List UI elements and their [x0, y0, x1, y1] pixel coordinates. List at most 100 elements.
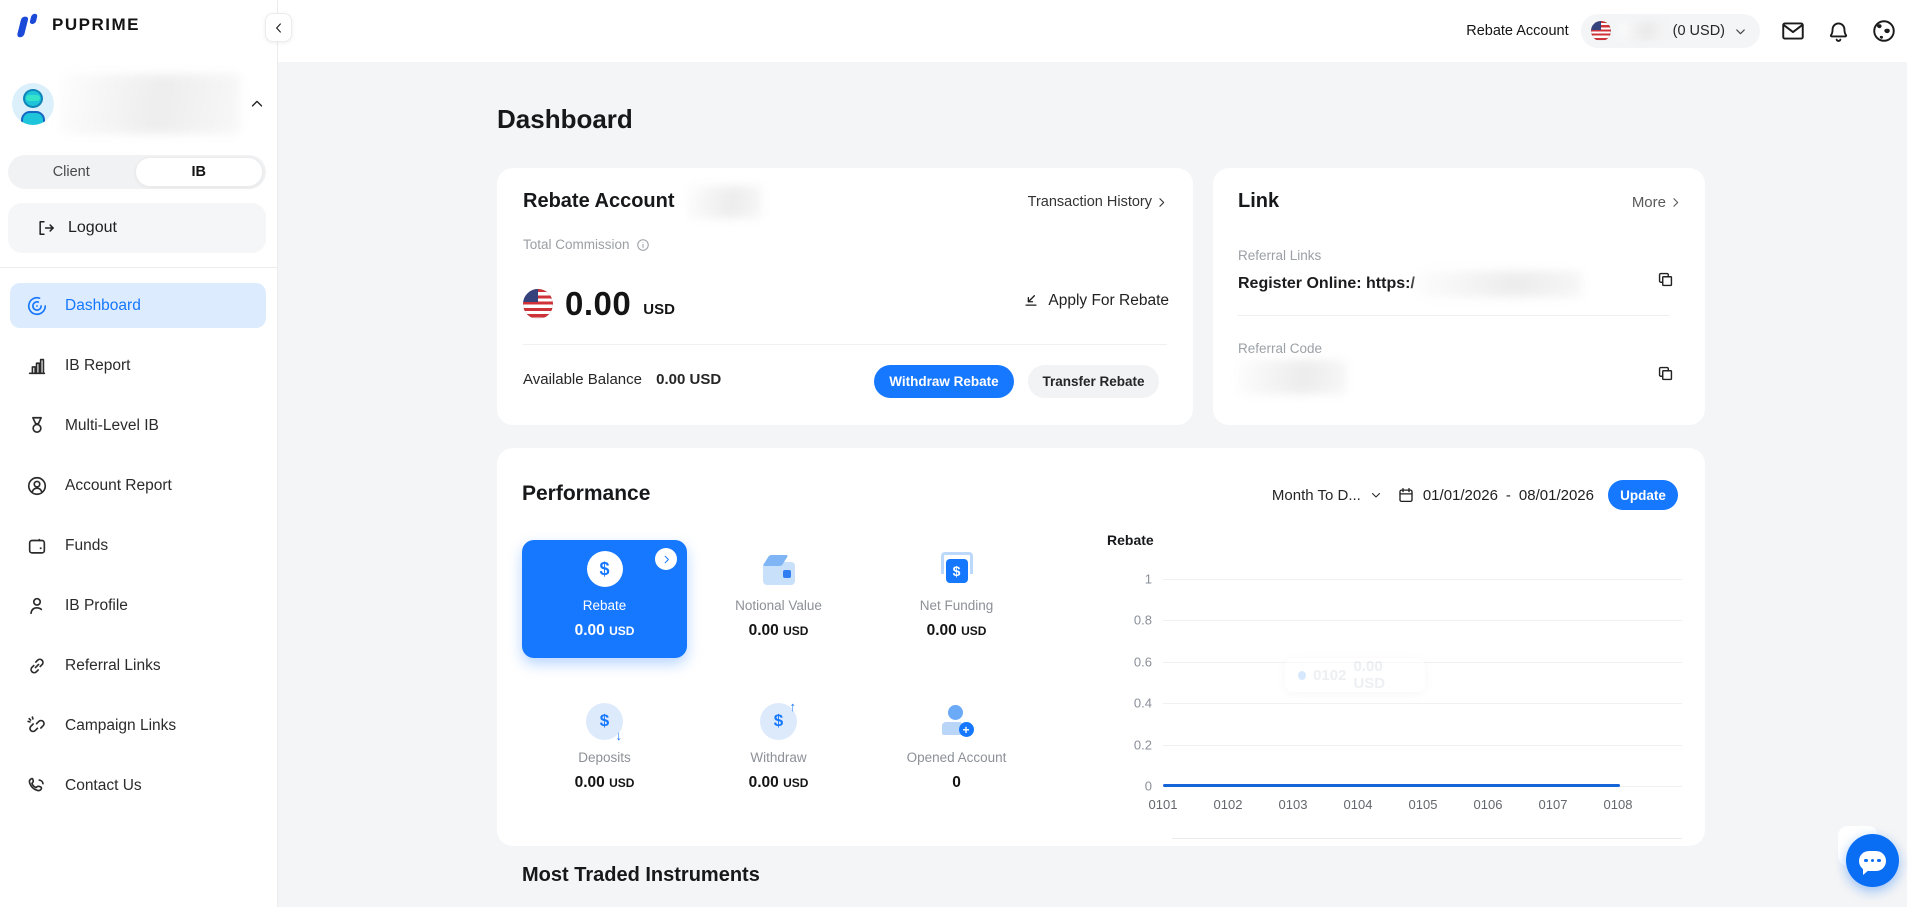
sidebar-collapse-button[interactable] [265, 13, 292, 42]
metric-tile-notional-value[interactable]: Notional Value 0.00 USD [696, 540, 861, 658]
chevron-down-icon [1733, 24, 1748, 39]
sidebar-item-label: Dashboard [65, 297, 141, 315]
sidebar-item-campaign-links[interactable]: Campaign Links [10, 703, 266, 748]
referral-code-label: Referral Code [1238, 341, 1322, 356]
period-preset-dropdown[interactable]: Month To D... [1272, 487, 1383, 504]
account-selector[interactable]: (0 USD) [1581, 14, 1760, 48]
chevron-up-icon[interactable] [248, 95, 266, 113]
chart-bottom-divider [1172, 838, 1682, 839]
us-flag-icon [1591, 21, 1611, 41]
info-icon[interactable] [636, 238, 650, 252]
most-traded-title: Most Traded Instruments [522, 864, 760, 887]
total-commission-label: Total Commission [523, 237, 630, 252]
sidebar-item-ib-profile[interactable]: IB Profile [10, 583, 266, 628]
toggle-client[interactable]: Client [8, 164, 135, 180]
notifications-bell-icon[interactable] [1826, 19, 1851, 44]
chevron-down-icon [1369, 488, 1383, 502]
dollar-down-icon [586, 703, 623, 740]
add-account-icon [939, 704, 975, 738]
wallet-icon [26, 535, 48, 557]
sidebar-item-label: Account Report [65, 477, 172, 495]
dashboard-icon [26, 295, 48, 317]
referral-link-text: Register Online: https:/ [1238, 275, 1415, 293]
tile-label: Net Funding [920, 598, 994, 613]
date-separator: - [1506, 487, 1511, 504]
sidebar-item-referral-links[interactable]: Referral Links [10, 643, 266, 688]
chart-gridline [1163, 579, 1682, 580]
account-balance: (0 USD) [1673, 23, 1725, 39]
sidebar-item-label: Funds [65, 537, 108, 555]
available-balance: Available Balance 0.00 USD [523, 371, 721, 388]
brand-logo: PUPRIME [14, 10, 140, 40]
sidebar-item-dashboard[interactable]: Dashboard [10, 283, 266, 328]
sidebar-item-ib-report[interactable]: IB Report [10, 343, 266, 388]
x-axis-tick: 0102 [1214, 797, 1243, 812]
metric-tile-net-funding[interactable]: Net Funding 0.00 USD [874, 540, 1039, 658]
chart-gridline [1163, 620, 1682, 621]
tile-label: Opened Account [907, 750, 1007, 765]
copy-referral-code-icon[interactable] [1656, 364, 1675, 383]
sidebar-item-contact-us[interactable]: Contact Us [10, 763, 266, 808]
person-icon [26, 595, 48, 617]
chat-bubble-icon [1859, 851, 1886, 871]
metric-tile-rebate[interactable]: Rebate 0.00 USD [522, 540, 687, 658]
sidebar-item-account-report[interactable]: Account Report [10, 463, 266, 508]
top-bar: Rebate Account (0 USD) [278, 0, 1913, 62]
account-number-redacted [1619, 22, 1665, 40]
avatar [12, 83, 54, 125]
language-globe-icon[interactable] [1871, 18, 1897, 44]
mail-icon[interactable] [1780, 18, 1806, 44]
sidebar-item-label: Referral Links [65, 657, 161, 675]
page-title: Dashboard [497, 104, 633, 135]
apply-for-rebate-label: Apply For Rebate [1048, 292, 1169, 310]
rebate-card-title: Rebate Account [523, 190, 675, 213]
x-axis-tick: 0105 [1409, 797, 1438, 812]
metric-tile-opened-account[interactable]: Opened Account 0 [874, 692, 1039, 810]
available-balance-value: 0.00 USD [656, 371, 721, 388]
phone-icon [26, 775, 48, 797]
tile-arrow-icon[interactable] [655, 548, 677, 570]
sidebar: PUPRIME Client IB Logout [0, 0, 278, 907]
transaction-history-link[interactable]: Transaction History [1028, 194, 1169, 210]
date-to: 08/01/2026 [1519, 487, 1594, 504]
sidebar-item-funds[interactable]: Funds [10, 523, 266, 568]
x-axis-tick: 0107 [1539, 797, 1568, 812]
date-range-picker[interactable]: 01/01/2026 - 08/01/2026 [1397, 486, 1594, 504]
x-axis-tick: 0106 [1474, 797, 1503, 812]
available-balance-label: Available Balance [523, 371, 642, 388]
sidebar-divider [0, 267, 278, 268]
tile-label: Withdraw [750, 750, 806, 765]
more-label: More [1632, 194, 1666, 211]
chevron-left-icon [271, 20, 287, 36]
withdraw-rebate-button[interactable]: Withdraw Rebate [874, 365, 1014, 398]
sidebar-item-multi-level-ib[interactable]: Multi-Level IB [10, 403, 266, 448]
update-button[interactable]: Update [1608, 480, 1678, 510]
atm-dollar-icon [940, 552, 974, 586]
apply-for-rebate-link[interactable]: Apply For Rebate [1022, 292, 1169, 310]
y-axis-tick: 0.8 [1092, 613, 1152, 628]
metric-tile-deposits[interactable]: Deposits 0.00 USD [522, 692, 687, 810]
transfer-rebate-button[interactable]: Transfer Rebate [1028, 365, 1159, 398]
wallet-icon [763, 562, 795, 585]
scrollbar-track[interactable] [1907, 62, 1913, 907]
logout-icon [36, 218, 56, 238]
toggle-ib[interactable]: IB [135, 157, 264, 187]
copy-referral-link-icon[interactable] [1656, 270, 1675, 289]
account-badge-redacted [687, 186, 761, 218]
sidebar-item-label: Multi-Level IB [65, 417, 159, 435]
link-card-title: Link [1238, 190, 1279, 213]
tile-label: Rebate [583, 598, 627, 613]
logout-button[interactable]: Logout [8, 203, 266, 253]
chat-button[interactable] [1846, 834, 1899, 887]
us-flag-icon [523, 289, 553, 319]
medal-icon [26, 415, 48, 437]
chart-title: Rebate [1107, 532, 1154, 548]
metric-tile-withdraw[interactable]: Withdraw 0.00 USD [696, 692, 861, 810]
user-name-redacted [60, 74, 240, 134]
chart-tooltip-ghost [1382, 545, 1442, 621]
tooltip-dot-icon [1298, 671, 1306, 680]
total-commission-row: Total Commission [523, 237, 650, 252]
user-profile[interactable] [12, 70, 266, 138]
x-axis-tick: 0103 [1279, 797, 1308, 812]
more-link[interactable]: More [1632, 194, 1683, 211]
